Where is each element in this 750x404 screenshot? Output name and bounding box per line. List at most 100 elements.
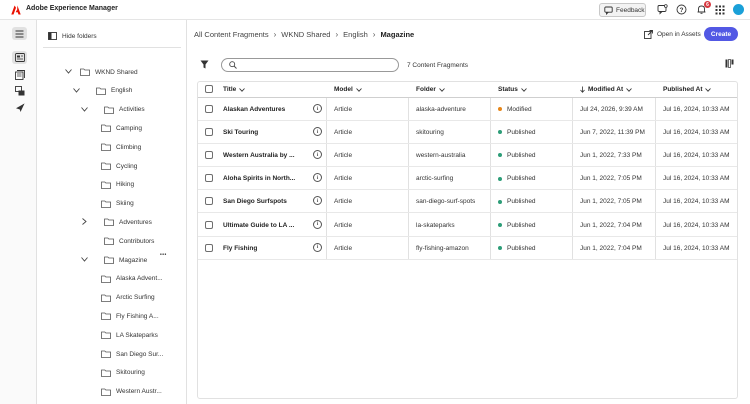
tree-item[interactable]: Skitouring bbox=[101, 367, 145, 379]
chevron-down-icon[interactable] bbox=[81, 256, 88, 263]
search-input[interactable] bbox=[241, 61, 391, 69]
chevron-down-icon bbox=[705, 87, 712, 92]
breadcrumb-item[interactable]: English bbox=[343, 30, 368, 39]
table-row[interactable]: San Diego Surfspots Article san-diego-surf… bbox=[198, 190, 737, 214]
row-checkbox[interactable] bbox=[205, 220, 213, 229]
breadcrumb: All Content Fragments › WKND Shared › En… bbox=[194, 30, 414, 39]
info-icon[interactable]: i bbox=[313, 219, 322, 229]
more-actions-icon[interactable]: ••• bbox=[160, 252, 167, 258]
row-checkbox[interactable] bbox=[205, 105, 213, 113]
filter-icon[interactable] bbox=[200, 60, 209, 69]
tree-item[interactable]: Alaska Advent... bbox=[101, 273, 163, 285]
rail-content-fragments[interactable] bbox=[12, 51, 27, 64]
tree-item[interactable]: Magazine bbox=[81, 254, 147, 266]
chevron-right-icon: › bbox=[335, 30, 339, 39]
column-modified-at[interactable]: Modified At bbox=[580, 86, 632, 93]
info-icon[interactable]: i bbox=[313, 150, 322, 160]
column-status[interactable]: Status bbox=[498, 86, 527, 93]
tree-item[interactable]: Activities bbox=[81, 104, 145, 116]
tree-item[interactable]: Arctic Surfing bbox=[101, 292, 155, 304]
cell-title[interactable]: Ultimate Guide to LA ... bbox=[223, 222, 294, 229]
rail-folders[interactable] bbox=[12, 84, 27, 97]
user-avatar[interactable] bbox=[733, 4, 744, 15]
row-checkbox[interactable] bbox=[205, 174, 213, 183]
folder-icon bbox=[104, 237, 114, 246]
table-row[interactable]: Ultimate Guide to LA ... Article la-skatep… bbox=[198, 214, 737, 237]
table-row[interactable]: Fly Fishing Article fly-fishing-amazon Publ… bbox=[198, 237, 737, 260]
cell-title[interactable]: Aloha Spirits in North... bbox=[223, 175, 295, 182]
tree-item[interactable]: San Diego Sur... bbox=[101, 348, 163, 360]
chevron-right-icon[interactable] bbox=[81, 218, 88, 226]
breadcrumb-current: Magazine bbox=[380, 30, 415, 39]
cell-folder: arctic-surfing bbox=[416, 175, 454, 183]
tree-item[interactable]: English bbox=[73, 85, 132, 97]
info-icon[interactable]: i bbox=[313, 242, 322, 252]
folder-icon bbox=[101, 275, 111, 283]
cell-published: Jul 16, 2024, 10:33 AM bbox=[663, 175, 730, 183]
table-header: Title Model Folder Status Modified At Pu… bbox=[198, 82, 737, 98]
cell-title[interactable]: San Diego Surfspots bbox=[223, 198, 287, 205]
notifications-bell-icon[interactable]: 6 bbox=[696, 1, 711, 15]
apps-grid-icon[interactable] bbox=[714, 4, 725, 15]
info-icon[interactable]: i bbox=[313, 127, 322, 137]
column-title[interactable]: Title bbox=[223, 86, 246, 93]
tree-item[interactable]: WKND Shared bbox=[65, 66, 138, 78]
feedback-button[interactable]: Feedback bbox=[599, 3, 646, 17]
open-in-assets-button[interactable]: Open in Assets bbox=[644, 30, 701, 39]
breadcrumb-item[interactable]: All Content Fragments bbox=[194, 30, 269, 39]
status-badge: Published bbox=[498, 129, 536, 136]
chevron-down-icon[interactable] bbox=[73, 87, 80, 94]
tree-item-label: Arctic Surfing bbox=[116, 294, 155, 302]
tree-item[interactable]: Hiking bbox=[101, 179, 134, 191]
tree-item[interactable]: Contributors bbox=[104, 235, 154, 247]
cell-model: Article bbox=[334, 175, 353, 183]
tree-item[interactable]: Skiing bbox=[101, 198, 134, 210]
column-model[interactable]: Model bbox=[334, 86, 362, 93]
row-checkbox[interactable] bbox=[205, 128, 213, 137]
tree-item[interactable]: Western Austr... bbox=[101, 386, 162, 398]
rail-launch[interactable] bbox=[12, 101, 27, 114]
tree-item[interactable]: Adventures bbox=[82, 216, 152, 228]
adobe-logo-icon[interactable] bbox=[11, 5, 21, 15]
menu-toggle-button[interactable] bbox=[12, 27, 27, 40]
status-label: Published bbox=[507, 244, 536, 252]
cell-published: Jul 16, 2024, 10:33 AM bbox=[663, 221, 730, 229]
tree-item[interactable]: Climbing bbox=[101, 141, 141, 153]
info-icon[interactable]: i bbox=[313, 104, 322, 113]
panel-toggle-icon bbox=[48, 32, 57, 40]
rail-assets[interactable] bbox=[12, 68, 27, 81]
cell-modified: Jun 7, 2022, 11:39 PM bbox=[580, 129, 645, 137]
info-icon[interactable]: i bbox=[313, 196, 322, 206]
tree-item[interactable]: LA Skateparks bbox=[101, 329, 158, 341]
folder-icon bbox=[101, 162, 111, 170]
tree-item[interactable]: Camping bbox=[101, 122, 142, 134]
help-icon[interactable]: ? bbox=[676, 4, 687, 15]
row-checkbox[interactable] bbox=[205, 197, 213, 206]
breadcrumb-item[interactable]: WKND Shared bbox=[281, 30, 330, 39]
cell-title[interactable]: Fly Fishing bbox=[223, 245, 257, 252]
tree-item-label: Skitouring bbox=[116, 369, 145, 377]
create-button[interactable]: Create bbox=[704, 27, 738, 41]
cell-title[interactable]: Alaskan Adventures bbox=[223, 106, 285, 113]
table-row[interactable]: Aloha Spirits in North... Article arctic-s… bbox=[198, 167, 737, 191]
column-published-at[interactable]: Published At bbox=[663, 86, 712, 93]
tree-item[interactable]: Cycling bbox=[101, 160, 137, 172]
cell-title[interactable]: Western Australia by ... bbox=[223, 152, 295, 159]
chat-icon[interactable] bbox=[657, 4, 668, 15]
table-row[interactable]: Western Australia by ... Article western-a… bbox=[198, 144, 737, 168]
column-settings-icon[interactable] bbox=[725, 59, 734, 68]
folder-icon bbox=[101, 200, 111, 208]
table-row[interactable]: Alaskan Adventures Article alaska-adventur… bbox=[198, 98, 737, 121]
chevron-down-icon[interactable] bbox=[65, 68, 72, 75]
tree-item[interactable]: Fly Fishing A... bbox=[101, 310, 159, 322]
info-icon[interactable]: i bbox=[313, 173, 322, 183]
search-field[interactable] bbox=[221, 58, 399, 72]
row-checkbox[interactable] bbox=[205, 243, 213, 252]
table-row[interactable]: Ski Touring Article skitouring Published Jun… bbox=[198, 121, 737, 145]
chevron-down-icon[interactable] bbox=[81, 106, 88, 113]
select-all-checkbox[interactable] bbox=[205, 85, 213, 93]
column-folder[interactable]: Folder bbox=[416, 86, 445, 93]
row-checkbox[interactable] bbox=[205, 151, 213, 160]
hide-folders-button[interactable]: Hide folders bbox=[48, 32, 97, 40]
cell-title[interactable]: Ski Touring bbox=[223, 129, 258, 136]
